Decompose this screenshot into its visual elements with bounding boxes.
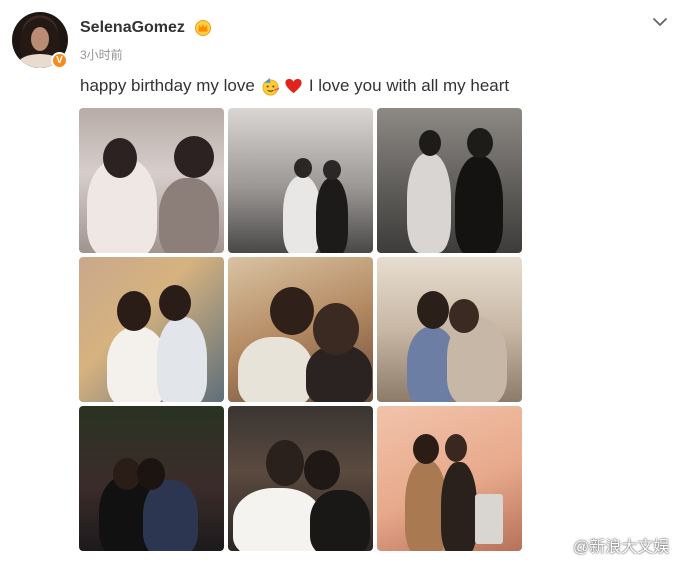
partying-face-emoji-icon xyxy=(262,77,280,95)
crown-icon[interactable] xyxy=(194,18,212,36)
photo-4[interactable] xyxy=(79,257,224,402)
post-text: happy birthday my love I love you with a… xyxy=(80,76,509,96)
photo-grid xyxy=(79,108,523,551)
photo-2[interactable] xyxy=(228,108,373,253)
photo-6[interactable] xyxy=(377,257,522,402)
avatar-face xyxy=(31,27,49,51)
photo-5[interactable] xyxy=(228,257,373,402)
red-heart-emoji-icon xyxy=(285,78,302,93)
post-text-after: I love you with all my heart xyxy=(308,76,510,95)
weibo-logo-icon xyxy=(547,537,570,555)
post-text-before: happy birthday my love xyxy=(80,76,255,95)
photo-3[interactable] xyxy=(377,108,522,253)
photo-7[interactable] xyxy=(79,406,224,551)
weibo-post-card: V SelenaGomez 3小时前 happy birthday my lov… xyxy=(0,0,690,562)
username[interactable]: SelenaGomez xyxy=(80,19,185,37)
photo-8[interactable] xyxy=(228,406,373,551)
verified-v-icon: V xyxy=(51,52,68,69)
photo-1[interactable] xyxy=(79,108,224,253)
watermark-text: @新浪大文娱 xyxy=(573,539,670,556)
photo-9[interactable] xyxy=(377,406,522,551)
post-timestamp[interactable]: 3小时前 xyxy=(80,46,123,63)
chevron-down-icon[interactable] xyxy=(651,13,669,31)
weibo-watermark: @新浪大文娱 xyxy=(547,533,669,557)
